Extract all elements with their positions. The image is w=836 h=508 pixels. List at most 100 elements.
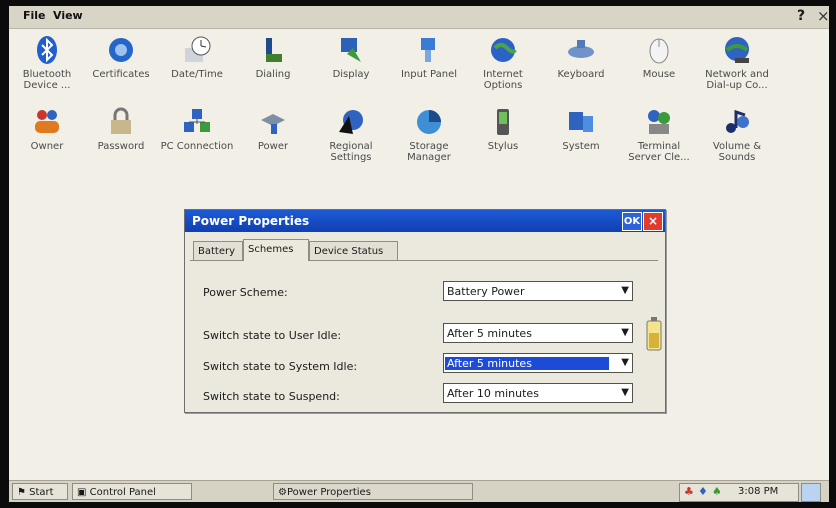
power-properties-icon: ⚙ <box>278 487 287 498</box>
mouse-icon <box>649 38 669 64</box>
menu-file[interactable]: File <box>23 9 46 22</box>
phone-icon <box>266 38 282 62</box>
cp-label: Owner <box>30 141 64 152</box>
dialog-title: Power Properties <box>192 214 310 228</box>
show-desktop-icon[interactable] <box>801 483 821 502</box>
help-icon[interactable]: ? <box>797 8 805 24</box>
cp-regional[interactable]: Regional Settings <box>313 106 389 172</box>
control-panel-icon: ▣ <box>77 487 87 498</box>
cp-internet-options[interactable]: Internet Options <box>465 34 541 100</box>
regional-icon <box>339 110 363 134</box>
chevron-down-icon: ▼ <box>621 357 629 368</box>
cp-label: Dialing <box>255 69 291 80</box>
tab-schemes[interactable]: Schemes <box>243 239 309 261</box>
cp-input-panel[interactable]: Input Panel <box>391 34 467 100</box>
taskbar-control-panel[interactable]: ▣ Control Panel <box>72 483 192 500</box>
clock-icon <box>185 36 211 62</box>
pc-connection-icon <box>184 109 210 132</box>
screen: File View ? × Bluetooth Device ... Certi… <box>9 6 829 502</box>
cp-label: Bluetooth Device ... <box>22 69 72 91</box>
cp-label: PC Connection <box>160 141 234 152</box>
cp-owner[interactable]: Owner <box>9 106 85 172</box>
dialog-title-bar[interactable]: Power Properties OK × <box>185 210 665 232</box>
control-panel-task-label: Control Panel <box>89 487 156 498</box>
bluetooth-icon <box>37 36 57 64</box>
taskbar-power-properties[interactable]: ⚙Power Properties <box>273 483 473 500</box>
cp-label: Display <box>332 69 370 80</box>
dialog-close-button[interactable]: × <box>643 212 663 231</box>
system-idle-select[interactable]: After 5 minutes ▼ <box>443 353 633 373</box>
volume-icon <box>726 109 749 133</box>
tab-battery[interactable]: Battery <box>193 241 243 260</box>
clock-time[interactable]: 3:08 PM <box>738 486 778 497</box>
user-idle-select[interactable]: After 5 minutes ▼ <box>443 323 633 343</box>
cp-terminal[interactable]: Terminal Server Cle... <box>621 106 697 172</box>
cp-label: System <box>562 141 600 152</box>
windows-flag-icon: ⚑ <box>17 487 26 498</box>
cp-label: Keyboard <box>557 69 605 80</box>
close-icon[interactable]: × <box>817 7 829 25</box>
cp-pc-connection[interactable]: PC Connection <box>159 106 235 172</box>
cp-datetime[interactable]: Date/Time <box>159 34 235 100</box>
user-idle-label: Switch state to User Idle: <box>203 329 342 342</box>
taskbar: ⚑ Start ▣ Control Panel ⚙Power Propertie… <box>9 480 829 502</box>
lock-icon <box>111 107 131 134</box>
tab-device-status[interactable]: Device Status <box>309 241 398 260</box>
cp-stylus[interactable]: Stylus <box>465 106 541 172</box>
terminal-icon <box>648 110 670 134</box>
tray-sync-icon[interactable]: ♠ <box>712 485 722 498</box>
cp-storage[interactable]: Storage Manager <box>391 106 467 172</box>
schemes-panel: Power Scheme: Battery Power ▼ Switch sta… <box>190 260 662 407</box>
tray-battery-icon[interactable]: ♦ <box>698 485 708 498</box>
suspend-value: After 10 minutes <box>447 387 539 400</box>
cp-label: Network and Dial-up Co... <box>705 69 769 91</box>
cp-power[interactable]: Power <box>235 106 311 172</box>
network-icon <box>725 37 749 63</box>
system-tray: ♣ ♦ ♠ 3:08 PM <box>679 483 799 502</box>
chevron-down-icon: ▼ <box>621 327 629 338</box>
menu-view[interactable]: View <box>53 9 83 22</box>
storage-icon <box>417 110 441 134</box>
display-icon <box>341 38 361 62</box>
ok-button[interactable]: OK <box>622 212 642 231</box>
cp-label: Terminal Server Cle... <box>628 141 690 163</box>
owner-icon <box>35 110 59 133</box>
keyboard-icon <box>568 40 594 58</box>
cp-label: Password <box>97 141 145 152</box>
certificates-icon <box>109 38 133 62</box>
cp-label: Storage Manager <box>407 141 451 163</box>
user-idle-value: After 5 minutes <box>447 327 532 340</box>
input-panel-icon <box>421 38 435 62</box>
cp-label: Stylus <box>487 141 519 152</box>
cp-certificates[interactable]: Certificates <box>83 34 159 100</box>
cp-mouse[interactable]: Mouse <box>621 34 697 100</box>
cp-system[interactable]: System <box>543 106 619 172</box>
cp-label: Internet Options <box>483 69 523 91</box>
battery-icon <box>646 317 662 354</box>
cp-label: Power <box>257 141 289 152</box>
globe-icon <box>491 38 517 62</box>
cp-keyboard[interactable]: Keyboard <box>543 34 619 100</box>
cp-password[interactable]: Password <box>83 106 159 172</box>
system-idle-value: After 5 minutes <box>445 357 609 370</box>
chevron-down-icon: ▼ <box>621 387 629 398</box>
cp-label: Certificates <box>92 69 150 80</box>
menu-bar: File View ? × <box>9 6 829 29</box>
power-properties-dialog: Power Properties OK × Battery Schemes De… <box>184 209 666 413</box>
start-button[interactable]: ⚑ Start <box>12 483 68 500</box>
start-label: Start <box>29 487 54 498</box>
power-scheme-label: Power Scheme: <box>203 286 288 299</box>
cp-display[interactable]: Display <box>313 34 389 100</box>
cp-volume[interactable]: Volume & Sounds <box>699 106 775 172</box>
power-scheme-value: Battery Power <box>447 285 525 298</box>
power-scheme-select[interactable]: Battery Power ▼ <box>443 281 633 301</box>
suspend-select[interactable]: After 10 minutes ▼ <box>443 383 633 403</box>
cp-label: Input Panel <box>400 69 458 80</box>
cp-bluetooth[interactable]: Bluetooth Device ... <box>9 34 85 100</box>
tray-network-icon[interactable]: ♣ <box>684 485 694 498</box>
system-icon <box>569 112 593 132</box>
stylus-icon <box>497 109 509 135</box>
power-icon <box>261 114 285 134</box>
cp-dialing[interactable]: Dialing <box>235 34 311 100</box>
cp-network[interactable]: Network and Dial-up Co... <box>699 34 775 100</box>
